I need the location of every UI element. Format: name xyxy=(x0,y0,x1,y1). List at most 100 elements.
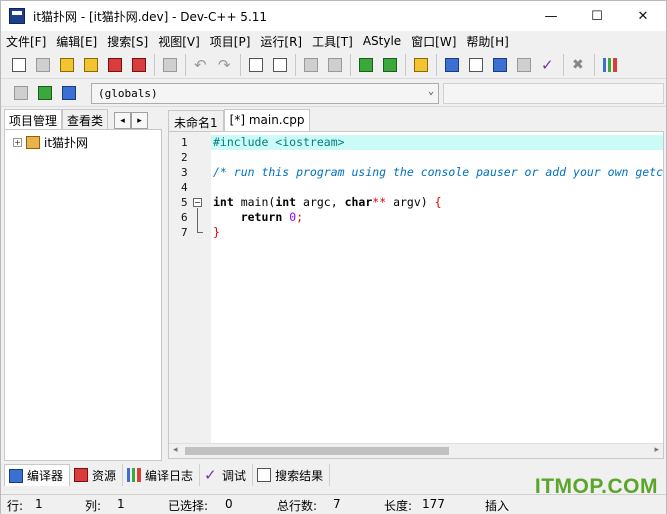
menu-file[interactable]: 文件[F] xyxy=(1,33,51,50)
tab-scroll-right-button[interactable]: ▸ xyxy=(131,112,149,129)
new-project-button[interactable] xyxy=(10,82,32,104)
fold-collapse-icon[interactable]: − xyxy=(193,198,202,207)
window-controls: — ☐ ✕ xyxy=(528,1,666,31)
stop-button[interactable]: ✖ xyxy=(568,54,590,76)
goto-line-button[interactable] xyxy=(324,54,346,76)
project-options-icon xyxy=(414,57,428,72)
tab-label: 搜索结果 xyxy=(275,468,324,483)
toolbar-separator xyxy=(154,53,155,76)
save-all-icon xyxy=(84,57,98,72)
title-bar: it猫扑网 - [it猫扑网.dev] - Dev-C++ 5.11 — ☐ ✕ xyxy=(1,1,666,31)
tab-class-browser[interactable]: 查看类 xyxy=(62,109,109,129)
search-results-icon xyxy=(257,468,272,482)
status-total-lines-value: 7 xyxy=(333,497,341,511)
close-all-icon xyxy=(132,57,146,72)
code-area[interactable]: #include <iostream> /* run this program … xyxy=(211,132,663,444)
find-button[interactable] xyxy=(245,54,267,76)
menu-tools[interactable]: 工具[T] xyxy=(307,33,358,50)
toolbar-separator xyxy=(240,53,241,76)
stop-cross-icon: ✖ xyxy=(572,56,584,73)
toolbar-separator xyxy=(185,53,186,76)
print-button[interactable] xyxy=(159,54,181,76)
line-number: 6 xyxy=(181,211,188,224)
undo-button[interactable]: ↶ xyxy=(190,54,212,76)
close-button[interactable]: ✕ xyxy=(620,1,666,31)
code-semicolon: ; xyxy=(296,210,304,224)
status-length-value: 177 xyxy=(422,497,445,511)
close-file-button[interactable] xyxy=(104,54,126,76)
app-window: it猫扑网 - [it猫扑网.dev] - Dev-C++ 5.11 — ☐ ✕… xyxy=(0,0,667,514)
run-button[interactable] xyxy=(465,54,487,76)
close-file-icon xyxy=(108,57,122,72)
new-project-icon xyxy=(14,86,28,100)
close-all-button[interactable] xyxy=(128,54,150,76)
insert-button[interactable] xyxy=(34,82,56,104)
maximize-button[interactable]: ☐ xyxy=(574,1,620,31)
compile-button[interactable] xyxy=(441,54,463,76)
menu-run[interactable]: 运行[R] xyxy=(255,33,307,50)
compile-grid-icon xyxy=(445,57,459,72)
bookmark-button[interactable] xyxy=(58,82,80,104)
tree-item-project[interactable]: + it猫扑网 xyxy=(5,133,161,151)
open-file-button[interactable] xyxy=(32,54,54,76)
line-number: 3 xyxy=(181,166,188,179)
function-select[interactable] xyxy=(443,82,664,104)
code-line: /* run this program using the console pa… xyxy=(211,165,663,180)
tab-search-results[interactable]: 搜索结果 xyxy=(253,464,331,486)
menu-window[interactable]: 窗口[W] xyxy=(406,33,461,50)
tab-resources[interactable]: 资源 xyxy=(70,464,124,486)
tab-compiler[interactable]: 编译器 xyxy=(4,464,71,486)
menu-edit[interactable]: 编辑[E] xyxy=(51,33,102,50)
scroll-right-icon[interactable]: ▸ xyxy=(654,445,659,455)
tree-item-label: it猫扑网 xyxy=(44,135,89,150)
add-to-project-icon xyxy=(359,57,373,72)
indent-button[interactable] xyxy=(300,54,322,76)
menu-help[interactable]: 帮助[H] xyxy=(461,33,513,50)
tab-debug[interactable]: ✓ 调试 xyxy=(200,464,254,486)
project-panel: 项目管理 查看类 ◂ ▸ + it猫扑网 xyxy=(4,109,162,461)
expand-icon[interactable]: + xyxy=(13,137,22,147)
toolbar-separator xyxy=(594,53,595,76)
profile-button[interactable] xyxy=(599,54,621,76)
scroll-left-icon[interactable]: ◂ xyxy=(173,445,178,455)
replace-button[interactable] xyxy=(269,54,291,76)
code-keyword: return xyxy=(240,210,283,224)
save-all-button[interactable] xyxy=(80,54,102,76)
tab-scroll-left-button[interactable]: ◂ xyxy=(114,112,132,129)
code-keyword: int xyxy=(275,195,297,209)
syntax-check-button[interactable]: ✓ xyxy=(537,54,559,76)
project-options-button[interactable] xyxy=(410,54,432,76)
redo-button[interactable]: ↷ xyxy=(214,54,236,76)
code-text: argv) xyxy=(386,195,435,209)
rebuild-button[interactable] xyxy=(513,54,535,76)
menu-view[interactable]: 视图[V] xyxy=(153,33,205,50)
compile-run-button[interactable] xyxy=(489,54,511,76)
rebuild-grid-icon xyxy=(517,57,531,72)
toolbar-separator xyxy=(405,53,406,76)
menu-project[interactable]: 项目[P] xyxy=(205,33,256,50)
scope-select[interactable]: (globals) ⌄ xyxy=(91,82,439,104)
add-to-project-button[interactable] xyxy=(355,54,377,76)
tab-main-cpp[interactable]: [*] main.cpp xyxy=(223,109,311,131)
code-editor[interactable]: 1 2 3 4 5 6 7 − #include <iostream> /* r… xyxy=(168,131,664,459)
remove-from-project-button[interactable] xyxy=(379,54,401,76)
tab-compile-log[interactable]: 编译日志 xyxy=(123,464,201,486)
tab-project-manager[interactable]: 项目管理 xyxy=(4,109,63,129)
minimize-button[interactable]: — xyxy=(528,1,574,31)
main-toolbar: ↶ ↷ ✓ ✖ xyxy=(1,51,666,79)
project-panel-tabs: 项目管理 查看类 ◂ ▸ xyxy=(4,109,162,129)
code-line: } xyxy=(211,225,663,240)
menu-astyle[interactable]: AStyle xyxy=(358,34,406,48)
horizontal-scrollbar[interactable]: ◂ ▸ xyxy=(169,443,663,458)
menu-search[interactable]: 搜索[S] xyxy=(102,33,153,50)
code-preprocessor: #include <iostream> xyxy=(213,135,345,149)
new-file-button[interactable] xyxy=(8,54,30,76)
run-window-icon xyxy=(469,57,483,72)
remove-from-project-icon xyxy=(383,57,397,72)
line-number: 2 xyxy=(181,151,188,164)
scrollbar-thumb[interactable] xyxy=(185,447,449,455)
save-button[interactable] xyxy=(56,54,78,76)
fold-end xyxy=(197,232,203,233)
scope-select-value: (globals) xyxy=(98,86,158,100)
tab-untitled1[interactable]: 未命名1 xyxy=(168,110,224,131)
